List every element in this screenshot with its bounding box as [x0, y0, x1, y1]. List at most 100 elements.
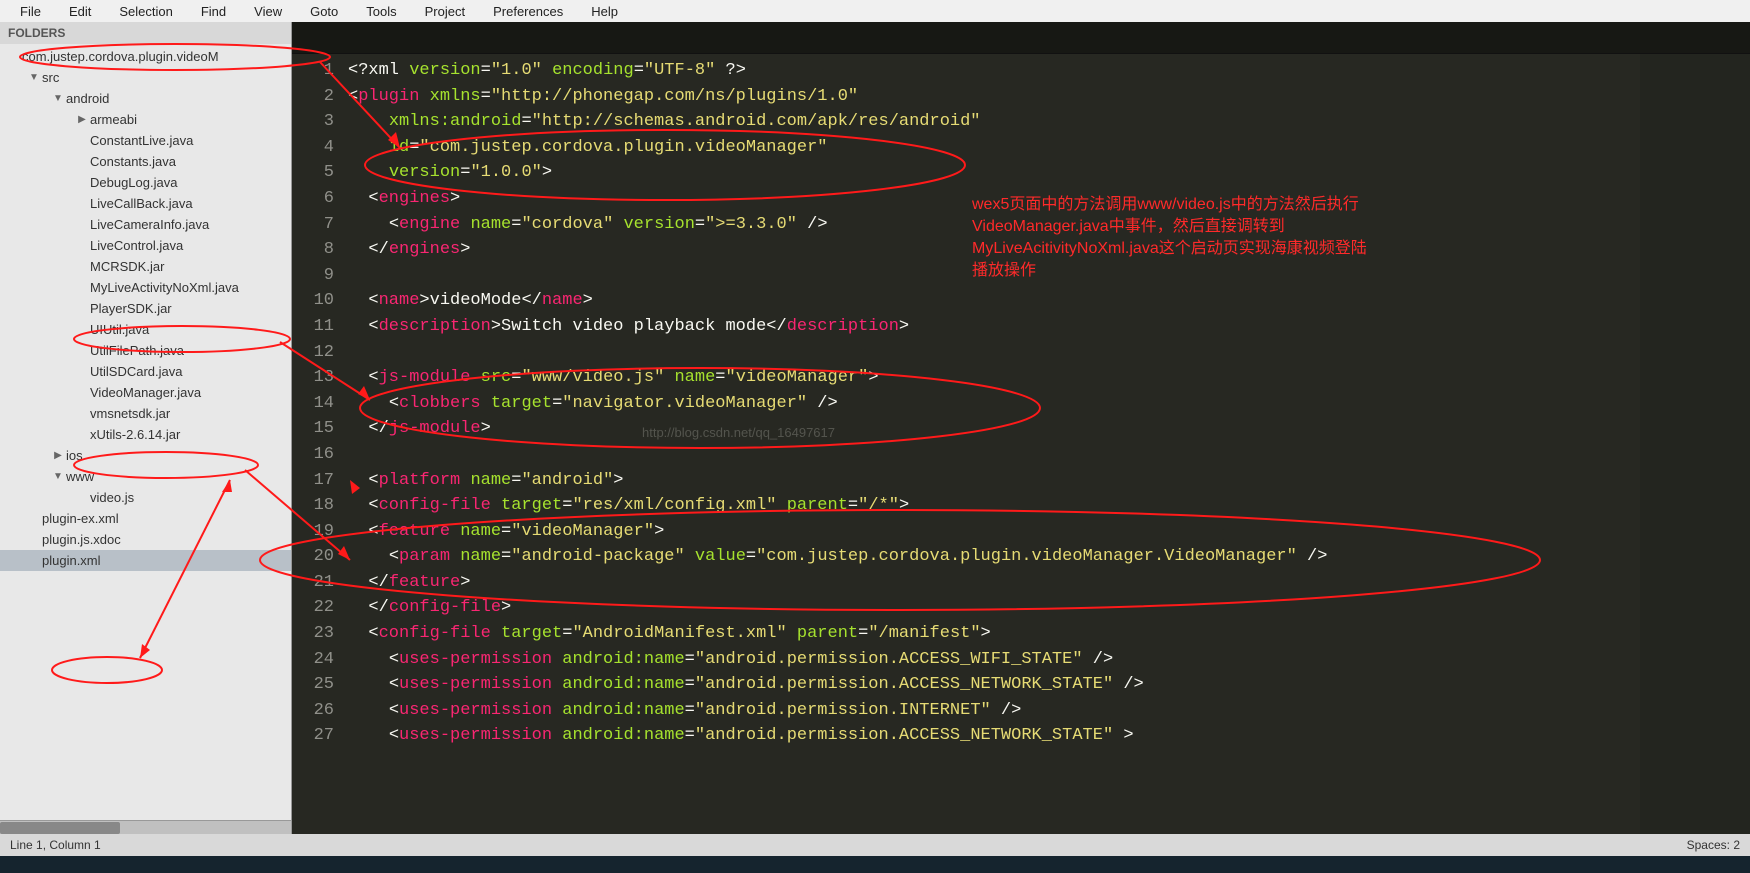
code-area[interactable]: <?xml version="1.0" encoding="UTF-8" ?><…: [348, 58, 1750, 834]
tree-item-label: LiveCameraInfo.java: [88, 217, 209, 232]
code-line[interactable]: </feature>: [348, 570, 1750, 596]
code-line[interactable]: <plugin xmlns="http://phonegap.com/ns/pl…: [348, 84, 1750, 110]
tree-item[interactable]: LiveControl.java: [0, 235, 291, 256]
menu-file[interactable]: File: [6, 2, 55, 21]
tree-item-label: android: [64, 91, 109, 106]
code-line[interactable]: <clobbers target="navigator.videoManager…: [348, 391, 1750, 417]
code-line[interactable]: <uses-permission android:name="android.p…: [348, 647, 1750, 673]
code-line[interactable]: <config-file target="res/xml/config.xml"…: [348, 493, 1750, 519]
tree-item[interactable]: ▼src: [0, 67, 291, 88]
tree-item-label: plugin.xml: [40, 553, 101, 568]
tree-item-label: MCRSDK.jar: [88, 259, 164, 274]
code-line[interactable]: </engines>: [348, 237, 1750, 263]
tree-item-label: LiveControl.java: [88, 238, 183, 253]
code-line[interactable]: <?xml version="1.0" encoding="UTF-8" ?>: [348, 58, 1750, 84]
code-line[interactable]: <uses-permission android:name="android.p…: [348, 698, 1750, 724]
tree-item[interactable]: plugin-ex.xml: [0, 508, 291, 529]
code-line[interactable]: <param name="android-package" value="com…: [348, 544, 1750, 570]
tree-item-label: xUtils-2.6.14.jar: [88, 427, 180, 442]
tree-item[interactable]: ▶ios: [0, 445, 291, 466]
code-line[interactable]: <name>videoMode</name>: [348, 288, 1750, 314]
tree-item[interactable]: VideoManager.java: [0, 382, 291, 403]
menu-preferences[interactable]: Preferences: [479, 2, 577, 21]
code-line[interactable]: </js-module>: [348, 416, 1750, 442]
tree-item[interactable]: LiveCallBack.java: [0, 193, 291, 214]
tree-item-label: plugin-ex.xml: [40, 511, 119, 526]
menu-project[interactable]: Project: [411, 2, 479, 21]
line-number-gutter: 1234567891011121314151617181920212223242…: [292, 58, 348, 834]
tree-item-label: src: [40, 70, 59, 85]
code-line[interactable]: <feature name="videoManager">: [348, 519, 1750, 545]
menu-tools[interactable]: Tools: [352, 2, 410, 21]
menu-view[interactable]: View: [240, 2, 296, 21]
chevron-down-icon[interactable]: ▼: [52, 93, 64, 104]
menu-goto[interactable]: Goto: [296, 2, 352, 21]
code-line[interactable]: <uses-permission android:name="android.p…: [348, 723, 1750, 749]
tree-item-label: MyLiveActivityNoXml.java: [88, 280, 239, 295]
tree-item-label: video.js: [88, 490, 134, 505]
code-line[interactable]: </config-file>: [348, 595, 1750, 621]
tree-item[interactable]: MCRSDK.jar: [0, 256, 291, 277]
code-line[interactable]: version="1.0.0">: [348, 160, 1750, 186]
tree-item[interactable]: Constants.java: [0, 151, 291, 172]
tab-strip[interactable]: [292, 22, 1750, 54]
code-line[interactable]: [348, 442, 1750, 468]
tree-item[interactable]: ConstantLive.java: [0, 130, 291, 151]
tree-item[interactable]: vmsnetsdk.jar: [0, 403, 291, 424]
tree-item[interactable]: plugin.js.xdoc: [0, 529, 291, 550]
tree-item-label: PlayerSDK.jar: [88, 301, 172, 316]
tree-item-label: Constants.java: [88, 154, 176, 169]
code-line[interactable]: <uses-permission android:name="android.p…: [348, 672, 1750, 698]
chevron-right-icon[interactable]: ▶: [52, 450, 64, 461]
tree-item[interactable]: UtilSDCard.java: [0, 361, 291, 382]
code-line[interactable]: id="com.justep.cordova.plugin.videoManag…: [348, 135, 1750, 161]
code-line[interactable]: [348, 263, 1750, 289]
chevron-right-icon[interactable]: ▶: [76, 114, 88, 125]
menu-edit[interactable]: Edit: [55, 2, 105, 21]
sidebar: FOLDERS com.justep.cordova.plugin.videoM…: [0, 22, 292, 834]
scrollbar-thumb[interactable]: [0, 822, 120, 834]
sidebar-scrollbar[interactable]: [0, 820, 291, 834]
chevron-down-icon[interactable]: ▼: [52, 471, 64, 482]
tree-item-label: plugin.js.xdoc: [40, 532, 121, 547]
code-line[interactable]: <platform name="android">: [348, 468, 1750, 494]
editor[interactable]: 1234567891011121314151617181920212223242…: [292, 22, 1750, 834]
menu-selection[interactable]: Selection: [105, 2, 186, 21]
tree-item[interactable]: LiveCameraInfo.java: [0, 214, 291, 235]
tree-item[interactable]: plugin.xml: [0, 550, 291, 571]
tree-item-label: UIUtil.java: [88, 322, 149, 337]
menu-help[interactable]: Help: [577, 2, 632, 21]
code-line[interactable]: <description>Switch video playback mode<…: [348, 314, 1750, 340]
tree-item[interactable]: PlayerSDK.jar: [0, 298, 291, 319]
tree-item[interactable]: ▶armeabi: [0, 109, 291, 130]
tree-item[interactable]: UtilFilePath.java: [0, 340, 291, 361]
code-line[interactable]: <engine name="cordova" version=">=3.3.0"…: [348, 212, 1750, 238]
tree-item[interactable]: ▼android: [0, 88, 291, 109]
chevron-down-icon[interactable]: ▼: [28, 72, 40, 83]
code-line[interactable]: [348, 340, 1750, 366]
tree-item-label: ios: [64, 448, 83, 463]
code-line[interactable]: xmlns:android="http://schemas.android.co…: [348, 109, 1750, 135]
tree-item[interactable]: xUtils-2.6.14.jar: [0, 424, 291, 445]
tree-item-label: VideoManager.java: [88, 385, 201, 400]
tree-item-label: LiveCallBack.java: [88, 196, 193, 211]
code-line[interactable]: <engines>: [348, 186, 1750, 212]
status-spaces[interactable]: Spaces: 2: [1687, 838, 1740, 852]
code-line[interactable]: <config-file target="AndroidManifest.xml…: [348, 621, 1750, 647]
tree-item[interactable]: DebugLog.java: [0, 172, 291, 193]
menu-find[interactable]: Find: [187, 2, 240, 21]
tree-item-label: com.justep.cordova.plugin.videoM: [20, 49, 219, 64]
status-cursor: Line 1, Column 1: [10, 838, 101, 852]
tree-item[interactable]: UIUtil.java: [0, 319, 291, 340]
code-line[interactable]: <js-module src="www/video.js" name="vide…: [348, 365, 1750, 391]
tree-item[interactable]: ▼www: [0, 466, 291, 487]
tree-item-label: vmsnetsdk.jar: [88, 406, 170, 421]
tree-item[interactable]: MyLiveActivityNoXml.java: [0, 277, 291, 298]
sidebar-header: FOLDERS: [0, 22, 291, 44]
tree-item-label: ConstantLive.java: [88, 133, 193, 148]
folder-tree[interactable]: com.justep.cordova.plugin.videoM▼src▼and…: [0, 44, 291, 820]
tree-item-label: DebugLog.java: [88, 175, 177, 190]
tree-item[interactable]: com.justep.cordova.plugin.videoM: [0, 46, 291, 67]
tree-item-label: www: [64, 469, 94, 484]
tree-item[interactable]: video.js: [0, 487, 291, 508]
